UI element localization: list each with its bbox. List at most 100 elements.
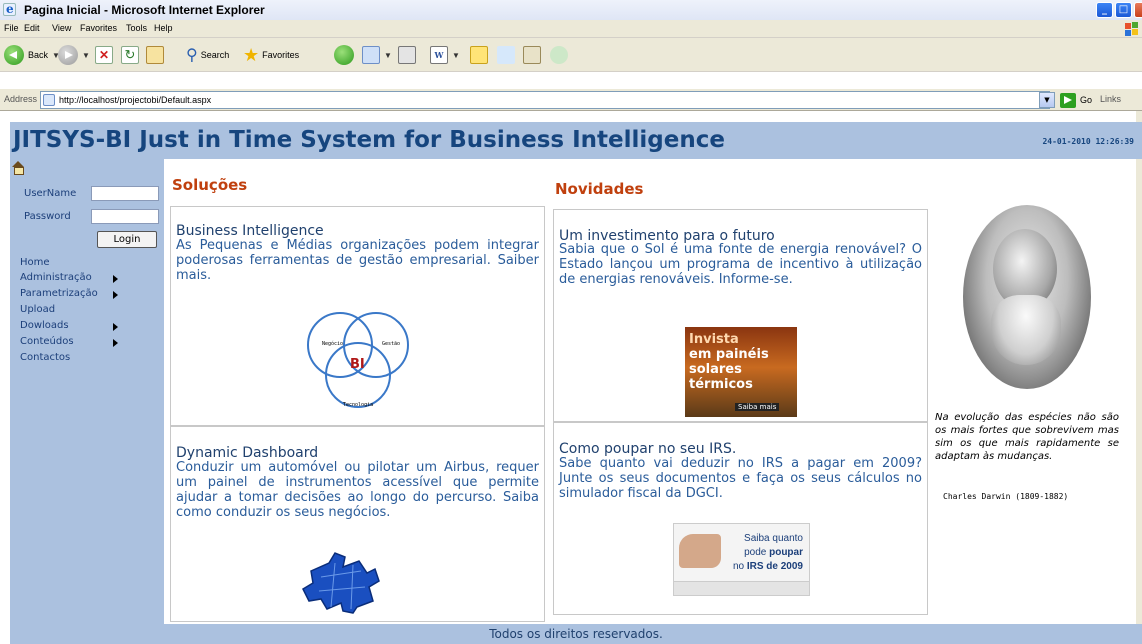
footer-text: Todos os direitos reservados. xyxy=(489,627,663,641)
nav-item-administracao[interactable]: Administração xyxy=(20,272,92,283)
nav-item-dowloads[interactable]: Dowloads xyxy=(20,320,69,331)
address-input[interactable] xyxy=(59,93,1029,107)
venn-label-gestao: Gestão xyxy=(382,341,400,347)
go-label: Go xyxy=(1080,95,1093,105)
address-dropdown-icon[interactable]: ▼ xyxy=(1039,92,1055,108)
ad-line: Invista xyxy=(689,332,739,347)
discuss-button[interactable] xyxy=(470,44,488,66)
back-button[interactable]: Back ▼ xyxy=(4,44,60,66)
login-button[interactable]: Login xyxy=(97,231,157,248)
card-title[interactable]: Business Intelligence xyxy=(176,223,324,239)
nav-item-parametrizacao[interactable]: Parametrização xyxy=(20,288,98,299)
books-icon xyxy=(523,46,541,64)
mail-button[interactable]: ▼ xyxy=(362,44,392,66)
research-button[interactable] xyxy=(497,44,515,66)
ad-text: Saiba quanto pode poupar no IRS de 2009 xyxy=(733,532,803,574)
card-text: Conduzir um automóvel ou pilotar um Airb… xyxy=(176,460,539,520)
datetime-display: 24-01-2010 12:26:39 xyxy=(1042,137,1134,146)
home-icon[interactable] xyxy=(12,161,25,175)
go-button[interactable]: Go xyxy=(1060,92,1092,108)
irs-card[interactable]: Como poupar no seu IRS. Sabe quanto vai … xyxy=(553,422,928,615)
favorites-button[interactable]: ★ Favorites xyxy=(243,44,299,66)
nav-item-contactos[interactable]: Contactos xyxy=(20,352,70,363)
solucoes-heading: Soluções xyxy=(172,176,248,194)
site-title: JITSYS-BI Just in Time System for Busine… xyxy=(13,127,725,153)
card-text: As Pequenas e Médias organizações podem … xyxy=(176,238,539,283)
ad-line: pode poupar xyxy=(733,546,803,560)
solar-panels-ad[interactable]: Invista em painéis solares térmicos Saib… xyxy=(685,327,797,417)
venn-label-negocio: Negócio xyxy=(322,340,343,347)
ad-line: solares xyxy=(689,362,742,377)
links-button[interactable]: Links xyxy=(1100,94,1121,104)
search-label: Search xyxy=(200,50,230,60)
sidebar: UserName Password Login Home Administraç… xyxy=(10,159,164,624)
quote-author: Charles Darwin (1809-1882) xyxy=(943,492,1069,501)
window-title: Pagina Inicial - Microsoft Internet Expl… xyxy=(24,3,265,17)
puzzle-piece-icon xyxy=(302,552,380,614)
nav-item-home[interactable]: Home xyxy=(20,257,50,268)
ad-line: no IRS de 2009 xyxy=(733,560,803,574)
ad-footer-strip xyxy=(674,581,809,595)
refresh-icon: ↻ xyxy=(121,46,139,64)
portrait-beard xyxy=(991,295,1061,365)
nav-item-upload[interactable]: Upload xyxy=(20,304,55,315)
forward-button[interactable]: ▼ xyxy=(58,44,90,66)
refresh-button[interactable]: ↻ xyxy=(121,44,139,66)
menu-file[interactable]: File xyxy=(4,23,19,33)
research-icon xyxy=(497,46,515,64)
irs-ad[interactable]: Saiba quanto pode poupar no IRS de 2009 xyxy=(673,523,810,596)
page-icon xyxy=(43,94,55,106)
mail-icon xyxy=(362,46,380,64)
menu-view[interactable]: View xyxy=(52,23,71,33)
ad-button[interactable]: Saiba mais xyxy=(735,403,780,411)
ad-line-part: no xyxy=(732,561,747,572)
ad-line-bold: IRS de 2009 xyxy=(746,561,803,572)
password-label: Password xyxy=(24,211,71,222)
dynamic-dashboard-card[interactable]: Dynamic Dashboard Conduzir um automóvel … xyxy=(170,426,545,622)
investimento-card[interactable]: Um investimento para o futuro Sabia que … xyxy=(553,209,928,422)
novidades-heading: Novidades xyxy=(555,180,644,198)
messenger-button[interactable] xyxy=(523,44,541,66)
home-icon xyxy=(146,46,164,64)
venn-label-bi: BI xyxy=(350,357,365,372)
menu-bar: File Edit View Favorites Tools Help xyxy=(0,20,1142,38)
menu-edit[interactable]: Edit xyxy=(24,23,40,33)
browser-toolbar: Back ▼ ▼ ✕ ↻ ⚲ Search ★ Favorites ▼ W ▼ xyxy=(0,38,1142,72)
nav-item-conteudos[interactable]: Conteúdos xyxy=(20,336,74,347)
ad-line: em painéis xyxy=(689,347,769,362)
favorites-label: Favorites xyxy=(262,50,300,60)
edit-button[interactable]: W ▼ xyxy=(430,44,460,66)
venn-circle xyxy=(325,342,391,408)
menu-favorites[interactable]: Favorites xyxy=(80,23,117,33)
submenu-arrow-icon xyxy=(113,275,118,283)
submenu-arrow-icon xyxy=(113,339,118,347)
people-button[interactable] xyxy=(550,44,568,66)
maximize-icon[interactable]: □ xyxy=(1115,2,1132,18)
chevron-down-icon: ▼ xyxy=(452,50,460,60)
go-arrow-icon xyxy=(1060,92,1076,108)
card-title[interactable]: Como poupar no seu IRS. xyxy=(559,441,736,457)
menu-help[interactable]: Help xyxy=(154,23,173,33)
password-input[interactable] xyxy=(91,209,159,224)
stop-button[interactable]: ✕ xyxy=(95,44,113,66)
menu-tools[interactable]: Tools xyxy=(126,23,147,33)
search-button[interactable]: ⚲ Search xyxy=(186,44,229,66)
username-input[interactable] xyxy=(91,186,159,201)
ad-text: Invista em painéis solares térmicos xyxy=(689,332,769,392)
history-button[interactable] xyxy=(334,44,354,66)
home-button[interactable] xyxy=(146,44,164,66)
close-icon[interactable] xyxy=(1134,2,1142,18)
print-button[interactable] xyxy=(398,44,416,66)
address-field[interactable] xyxy=(40,91,1050,109)
ad-line: térmicos xyxy=(689,377,753,392)
minimize-icon[interactable]: _ xyxy=(1096,2,1113,18)
card-title[interactable]: Dynamic Dashboard xyxy=(176,445,318,461)
back-label: Back xyxy=(28,50,49,60)
hand-card-image xyxy=(679,534,721,568)
ad-line: Saiba quanto xyxy=(744,533,803,544)
address-label: Address xyxy=(4,94,38,104)
darwin-portrait-image xyxy=(963,205,1091,389)
business-intelligence-card[interactable]: Business Intelligence As Pequenas e Médi… xyxy=(170,206,545,426)
address-bar: Address ▼ Go Links xyxy=(0,89,1142,111)
word-icon: W xyxy=(430,46,448,64)
